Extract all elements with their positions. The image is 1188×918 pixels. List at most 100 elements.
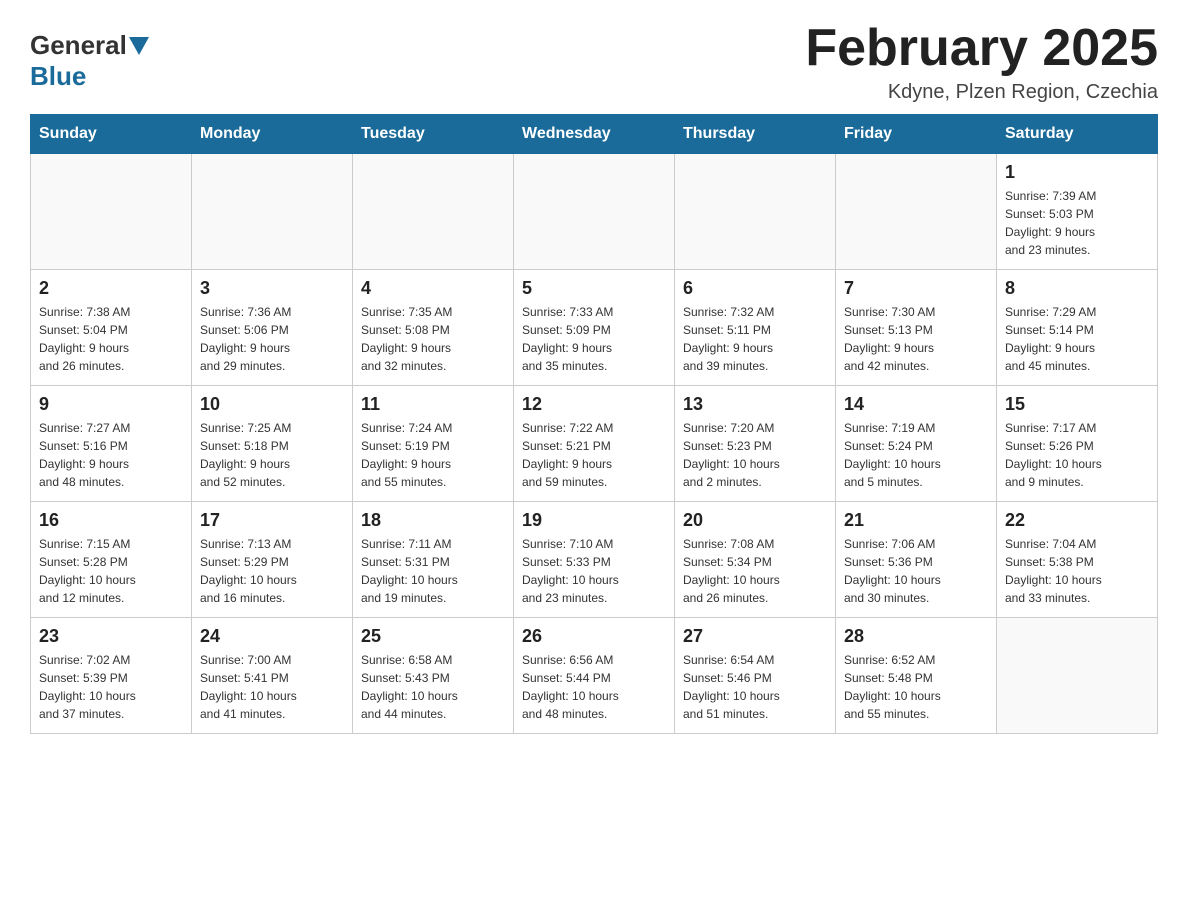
day-number: 17	[200, 510, 344, 531]
day-number: 10	[200, 394, 344, 415]
calendar-cell: 12 Sunrise: 7:22 AMSunset: 5:21 PMDayligh…	[514, 386, 675, 502]
day-number: 3	[200, 278, 344, 299]
day-info: Sunrise: 7:35 AMSunset: 5:08 PMDaylight:…	[361, 303, 505, 375]
calendar-cell: 18 Sunrise: 7:11 AMSunset: 5:31 PMDayligh…	[353, 502, 514, 618]
location-subtitle: Kdyne, Plzen Region, Czechia	[805, 81, 1158, 104]
day-number: 11	[361, 394, 505, 415]
calendar-cell: 26Sunrise: 6:56 AMSunset: 5:44 PMDayligh…	[514, 618, 675, 734]
calendar-cell: 10 Sunrise: 7:25 AMSunset: 5:18 PMDayligh…	[192, 386, 353, 502]
day-number: 4	[361, 278, 505, 299]
col-monday: Monday	[192, 115, 353, 154]
calendar-cell	[836, 154, 997, 270]
col-sunday: Sunday	[31, 115, 192, 154]
calendar-cell	[192, 154, 353, 270]
day-info: Sunrise: 7:02 AMSunset: 5:39 PMDaylight:…	[39, 651, 183, 723]
day-number: 13	[683, 394, 827, 415]
calendar-cell: 11 Sunrise: 7:24 AMSunset: 5:19 PMDayligh…	[353, 386, 514, 502]
day-number: 22	[1005, 510, 1149, 531]
week-row-4: 16Sunrise: 7:15 AMSunset: 5:28 PMDayligh…	[31, 502, 1158, 618]
day-number: 8	[1005, 278, 1149, 299]
day-number: 25	[361, 626, 505, 647]
day-number: 15	[1005, 394, 1149, 415]
day-info: Sunrise: 7:38 AMSunset: 5:04 PMDaylight:…	[39, 303, 183, 375]
calendar-cell: 20Sunrise: 7:08 AMSunset: 5:34 PMDayligh…	[675, 502, 836, 618]
calendar-cell: 25 Sunrise: 6:58 AMSunset: 5:43 PMDayligh…	[353, 618, 514, 734]
calendar-cell: 3 Sunrise: 7:36 AMSunset: 5:06 PMDaylight…	[192, 270, 353, 386]
week-row-3: 9 Sunrise: 7:27 AMSunset: 5:16 PMDaylight…	[31, 386, 1158, 502]
day-number: 9	[39, 394, 183, 415]
calendar-cell: 9 Sunrise: 7:27 AMSunset: 5:16 PMDaylight…	[31, 386, 192, 502]
calendar-cell: 24 Sunrise: 7:00 AMSunset: 5:41 PMDayligh…	[192, 618, 353, 734]
day-number: 19	[522, 510, 666, 531]
day-number: 28	[844, 626, 988, 647]
day-info: Sunrise: 7:06 AMSunset: 5:36 PMDaylight:…	[844, 535, 988, 607]
day-number: 7	[844, 278, 988, 299]
day-info: Sunrise: 7:19 AMSunset: 5:24 PMDaylight:…	[844, 419, 988, 491]
day-info: Sunrise: 7:10 AMSunset: 5:33 PMDaylight:…	[522, 535, 666, 607]
calendar-cell: 22 Sunrise: 7:04 AMSunset: 5:38 PMDayligh…	[997, 502, 1158, 618]
week-row-2: 2 Sunrise: 7:38 AMSunset: 5:04 PMDaylight…	[31, 270, 1158, 386]
day-info: Sunrise: 7:33 AMSunset: 5:09 PMDaylight:…	[522, 303, 666, 375]
day-info: Sunrise: 7:36 AMSunset: 5:06 PMDaylight:…	[200, 303, 344, 375]
page-header: General Blue February 2025 Kdyne, Plzen …	[30, 20, 1158, 104]
logo-triangle-icon	[129, 37, 149, 55]
calendar-cell: 13Sunrise: 7:20 AMSunset: 5:23 PMDayligh…	[675, 386, 836, 502]
day-info: Sunrise: 7:39 AMSunset: 5:03 PMDaylight:…	[1005, 187, 1149, 259]
day-info: Sunrise: 7:04 AMSunset: 5:38 PMDaylight:…	[1005, 535, 1149, 607]
calendar-cell: 5 Sunrise: 7:33 AMSunset: 5:09 PMDaylight…	[514, 270, 675, 386]
col-friday: Friday	[836, 115, 997, 154]
calendar-table: Sunday Monday Tuesday Wednesday Thursday…	[30, 114, 1158, 734]
col-saturday: Saturday	[997, 115, 1158, 154]
calendar-cell	[514, 154, 675, 270]
day-number: 21	[844, 510, 988, 531]
calendar-cell	[675, 154, 836, 270]
calendar-cell: 16Sunrise: 7:15 AMSunset: 5:28 PMDayligh…	[31, 502, 192, 618]
day-info: Sunrise: 7:00 AMSunset: 5:41 PMDaylight:…	[200, 651, 344, 723]
day-number: 24	[200, 626, 344, 647]
title-section: February 2025 Kdyne, Plzen Region, Czech…	[805, 20, 1158, 104]
day-info: Sunrise: 7:17 AMSunset: 5:26 PMDaylight:…	[1005, 419, 1149, 491]
calendar-cell	[353, 154, 514, 270]
day-number: 27	[683, 626, 827, 647]
day-number: 5	[522, 278, 666, 299]
calendar-cell: 4 Sunrise: 7:35 AMSunset: 5:08 PMDaylight…	[353, 270, 514, 386]
logo-blue-text: Blue	[30, 61, 86, 91]
calendar-cell: 15 Sunrise: 7:17 AMSunset: 5:26 PMDayligh…	[997, 386, 1158, 502]
calendar-cell: 28 Sunrise: 6:52 AMSunset: 5:48 PMDayligh…	[836, 618, 997, 734]
day-info: Sunrise: 7:11 AMSunset: 5:31 PMDaylight:…	[361, 535, 505, 607]
day-info: Sunrise: 7:22 AMSunset: 5:21 PMDaylight:…	[522, 419, 666, 491]
calendar-cell: 21 Sunrise: 7:06 AMSunset: 5:36 PMDayligh…	[836, 502, 997, 618]
day-info: Sunrise: 7:30 AMSunset: 5:13 PMDaylight:…	[844, 303, 988, 375]
col-thursday: Thursday	[675, 115, 836, 154]
day-number: 20	[683, 510, 827, 531]
logo-general-text: General	[30, 30, 127, 61]
day-info: Sunrise: 7:25 AMSunset: 5:18 PMDaylight:…	[200, 419, 344, 491]
calendar-cell: 23Sunrise: 7:02 AMSunset: 5:39 PMDayligh…	[31, 618, 192, 734]
calendar-cell: 7 Sunrise: 7:30 AMSunset: 5:13 PMDaylight…	[836, 270, 997, 386]
day-info: Sunrise: 7:27 AMSunset: 5:16 PMDaylight:…	[39, 419, 183, 491]
day-info: Sunrise: 6:58 AMSunset: 5:43 PMDaylight:…	[361, 651, 505, 723]
day-number: 26	[522, 626, 666, 647]
week-row-5: 23Sunrise: 7:02 AMSunset: 5:39 PMDayligh…	[31, 618, 1158, 734]
calendar-header-row: Sunday Monday Tuesday Wednesday Thursday…	[31, 115, 1158, 154]
calendar-cell: 27Sunrise: 6:54 AMSunset: 5:46 PMDayligh…	[675, 618, 836, 734]
calendar-cell: 17Sunrise: 7:13 AMSunset: 5:29 PMDayligh…	[192, 502, 353, 618]
calendar-cell: 14 Sunrise: 7:19 AMSunset: 5:24 PMDayligh…	[836, 386, 997, 502]
day-number: 18	[361, 510, 505, 531]
day-number: 14	[844, 394, 988, 415]
day-number: 2	[39, 278, 183, 299]
day-info: Sunrise: 7:15 AMSunset: 5:28 PMDaylight:…	[39, 535, 183, 607]
calendar-cell	[31, 154, 192, 270]
calendar-cell: 1Sunrise: 7:39 AMSunset: 5:03 PMDaylight…	[997, 154, 1158, 270]
day-info: Sunrise: 7:32 AMSunset: 5:11 PMDaylight:…	[683, 303, 827, 375]
month-title: February 2025	[805, 20, 1158, 77]
calendar-cell	[997, 618, 1158, 734]
day-number: 12	[522, 394, 666, 415]
week-row-1: 1Sunrise: 7:39 AMSunset: 5:03 PMDaylight…	[31, 154, 1158, 270]
day-info: Sunrise: 6:52 AMSunset: 5:48 PMDaylight:…	[844, 651, 988, 723]
day-info: Sunrise: 7:24 AMSunset: 5:19 PMDaylight:…	[361, 419, 505, 491]
logo: General Blue	[30, 20, 151, 92]
day-info: Sunrise: 7:29 AMSunset: 5:14 PMDaylight:…	[1005, 303, 1149, 375]
calendar-cell: 19 Sunrise: 7:10 AMSunset: 5:33 PMDayligh…	[514, 502, 675, 618]
calendar-cell: 2 Sunrise: 7:38 AMSunset: 5:04 PMDaylight…	[31, 270, 192, 386]
